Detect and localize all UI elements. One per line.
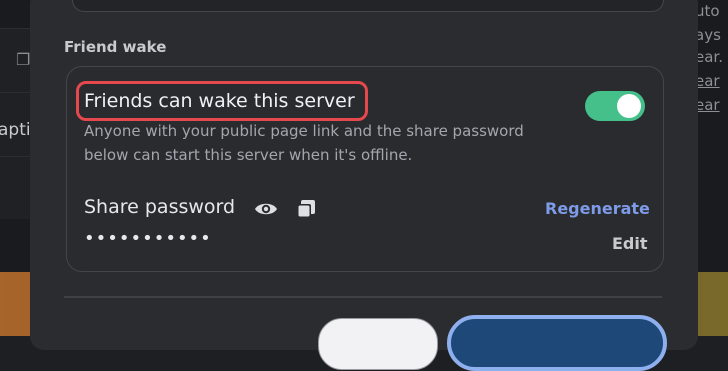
section-label-friend-wake: Friend wake [64,38,167,56]
copy-icon[interactable] [294,197,318,221]
background-edge-text: apti [0,120,31,140]
eye-icon[interactable] [254,198,278,220]
friend-wake-toggle-label: Friends can wake this server [84,90,355,112]
background-line: ays [695,26,721,44]
secondary-button[interactable] [318,318,438,370]
share-password-value: ••••••••••• [84,228,212,249]
background-line: uto [695,2,720,20]
background-link: ear [695,72,720,90]
friend-wake-description: Anyone with your public page link and th… [84,122,524,164]
previous-section-card [72,0,664,12]
background-link: ear [695,96,720,114]
background-copy-icon: ❐ [16,50,31,69]
edit-password-button[interactable]: Edit [612,234,648,253]
primary-button[interactable] [447,315,667,371]
toggle-knob [617,94,641,118]
background-line: ear. [695,48,723,66]
footer-divider [64,296,662,298]
friend-wake-toggle[interactable] [585,91,645,121]
regenerate-button[interactable]: Regenerate [545,199,650,218]
share-password-label: Share password [84,196,236,218]
background-row [0,156,30,219]
